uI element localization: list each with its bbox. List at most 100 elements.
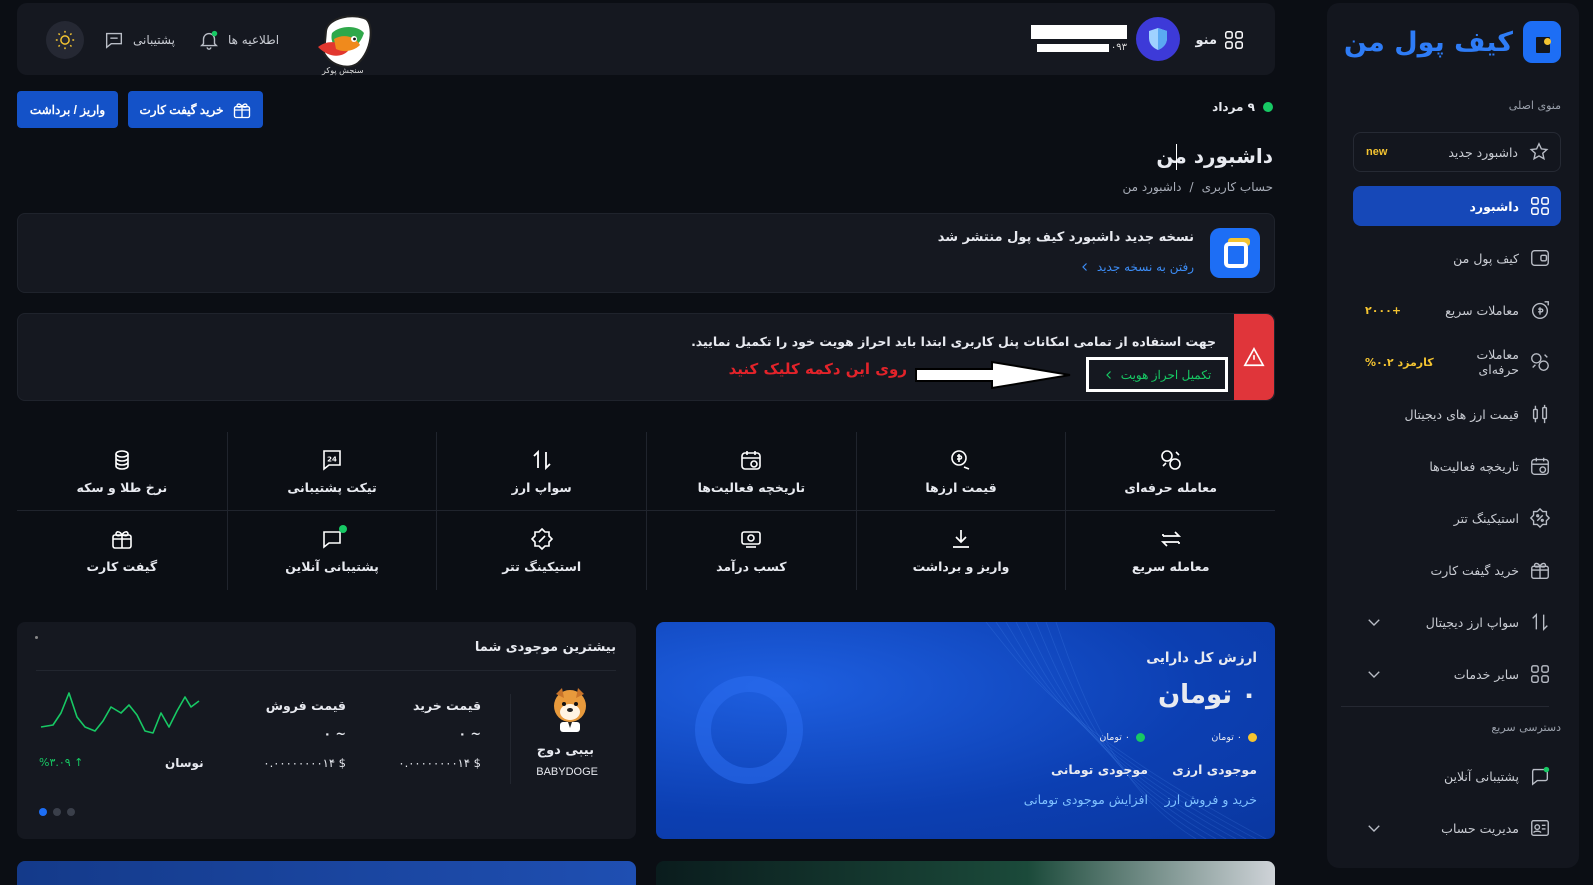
quick-action-gift-card[interactable]: گیفت کارت <box>17 511 227 590</box>
sell-price-approx: ~ ۰ <box>323 726 346 741</box>
new-version-title: نسخه جدید داشبورد کیف پول منتشر شد <box>937 230 1194 245</box>
quick-actions-grid: معامله حرفه‌ای قیمت ارزها تاریخچه فعالیت… <box>17 432 1275 590</box>
mascot-caption: سنجش پوکر <box>322 66 364 75</box>
sidebar-item-fast-trades[interactable]: معاملات سریع +۲۰۰۰ <box>1353 290 1561 330</box>
quick-action-swap[interactable]: سواپ ارز <box>436 432 646 511</box>
current-date: ۹ مرداد <box>1212 100 1255 114</box>
quick-action-label: تاریخچه فعالیت‌ها <box>697 479 806 495</box>
quick-action-label: پشتیبانی آنلاین <box>285 559 379 574</box>
quick-action-label: سواپ ارز <box>511 479 572 495</box>
complete-kyc-button[interactable]: تکمیل احراز هویت <box>1086 357 1228 392</box>
date-indicator: ۹ مرداد <box>1212 100 1273 114</box>
divider <box>1341 706 1549 707</box>
quick-action-gold-rates[interactable]: نرخ طلا و سکه <box>17 432 227 511</box>
sidebar-item-my-wallet[interactable]: کیف پول من <box>1353 238 1561 278</box>
notifications-link[interactable]: اطلاعیه ها <box>198 29 279 51</box>
new-version-link-label: رفتن به نسخه جدید <box>1096 260 1194 274</box>
quick-action-tether-staking[interactable]: استیکینگ تتر <box>436 511 646 590</box>
shield-avatar-icon <box>1149 28 1167 50</box>
theme-toggle-button[interactable] <box>46 21 84 59</box>
quick-action-earn[interactable]: کسب درآمد <box>646 511 856 590</box>
bonus-badge: +۲۰۰۰ <box>1365 303 1402 317</box>
quick-action-activity-history[interactable]: تاریخچه فعالیت‌ها <box>646 432 856 511</box>
promo-banner-left[interactable] <box>17 861 636 885</box>
go-to-new-version-link[interactable]: رفتن به نسخه جدید <box>1079 260 1194 274</box>
quick-action-deposit-withdraw[interactable]: واریز و برداشت <box>855 511 1066 590</box>
brand-logo-icon <box>1523 21 1561 63</box>
chevron-left-icon <box>1082 263 1087 271</box>
complete-kyc-label: تکمیل احراز هویت <box>1120 367 1212 382</box>
quick-action-label: گیفت کارت <box>86 559 158 574</box>
sidebar-item-crypto-swap[interactable]: سواپ ارز دیجیتال <box>1353 602 1561 642</box>
svg-text:24: 24 <box>327 455 337 463</box>
sidebar-item-buy-gift-card[interactable]: خرید گیفت کارت <box>1353 550 1561 590</box>
toman-balance-mini: ۰ تومان <box>1099 732 1145 743</box>
sidebar-item-label: سواپ ارز دیجیتال <box>1425 614 1519 630</box>
quick-action-online-support[interactable]: پشتیبانی آنلاین <box>226 511 437 590</box>
sidebar-item-account-management[interactable]: مدیریت حساب <box>1353 808 1561 848</box>
sidebar-item-online-support[interactable]: پشتیبانی آنلاین <box>1353 756 1561 796</box>
new-badge: new <box>1366 146 1388 158</box>
buy-price-usd: $ ۰.۰۰۰۰۰۰۰۰۱۴ <box>398 756 481 770</box>
sidebar-item-label: خرید گیفت کارت <box>1430 562 1520 578</box>
chevron-down-icon[interactable] <box>1365 613 1383 631</box>
quick-action-support-ticket[interactable]: 24 تیکت پشتیبانی <box>226 432 437 511</box>
user-info[interactable]: ۰۹۳ <box>1029 25 1127 53</box>
brand[interactable]: کیف پول من <box>1344 21 1561 63</box>
new-version-banner: نسخه جدید داشبورد کیف پول منتشر شد رفتن … <box>17 213 1275 293</box>
sidebar-item-label: قیمت ارز های دیجیتال <box>1404 406 1519 422</box>
sidebar-item-tether-staking[interactable]: استیکینگ تتر <box>1353 498 1561 538</box>
fast-exchange-icon <box>1531 301 1549 319</box>
deposit-withdraw-button[interactable]: واریز / برداشت <box>17 91 118 128</box>
gold-coins-icon <box>115 449 129 470</box>
gift-icon <box>1531 562 1549 579</box>
sidebar-item-crypto-prices[interactable]: قیمت ارز های دیجیتال <box>1353 394 1561 434</box>
divider <box>510 694 511 784</box>
crypto-balance-label: موجودی ارزی <box>1172 762 1257 777</box>
sidebar-item-activity-history[interactable]: تاریخچه فعالیت‌ها <box>1353 446 1561 486</box>
carousel-dot-active[interactable] <box>39 808 47 816</box>
pro-trade-icon <box>1531 353 1549 371</box>
quick-action-label: استیکینگ تتر <box>502 559 582 574</box>
history-calendar-icon <box>1531 457 1549 475</box>
babydoge-coin-icon <box>554 688 586 732</box>
promo-banner-right[interactable] <box>656 861 1275 885</box>
volatility-label: نوسان <box>165 756 204 770</box>
download-icon <box>953 530 970 548</box>
increase-toman-link[interactable]: افزایش موجودی تومانی <box>1024 792 1148 807</box>
sidebar-item-other-services[interactable]: سایر خدمات <box>1353 654 1561 694</box>
sidebar-item-new-dashboard[interactable]: داشبورد جدید new <box>1353 132 1561 172</box>
breadcrumb-item-account[interactable]: حساب کاربری <box>1202 180 1273 194</box>
sidebar-item-pro-trades[interactable]: معاملات حرفه‌ای کارمزد ۰.۲% <box>1353 342 1561 382</box>
buy-sell-crypto-link[interactable]: خرید و فروش ارز <box>1165 792 1257 807</box>
quick-action-label: واریز و برداشت <box>912 559 1010 574</box>
sidebar-item-dashboard[interactable]: داشبورد <box>1353 186 1561 226</box>
carousel-dots[interactable] <box>39 808 75 816</box>
support-label: پشتیبانی <box>133 33 175 47</box>
toman-balance-value: ۰ تومان <box>1099 732 1130 743</box>
carousel-dot[interactable] <box>67 808 75 816</box>
grid-icon <box>1225 31 1243 49</box>
avatar[interactable] <box>1136 17 1180 61</box>
quick-action-label: معامله سریع <box>1131 559 1210 574</box>
brand-name: کیف پول من <box>1343 26 1514 58</box>
toman-balance-label: موجودی تومانی <box>1051 762 1148 777</box>
sidebar-item-label: تاریخچه فعالیت‌ها <box>1429 458 1519 474</box>
bell-icon <box>200 30 218 50</box>
buy-gift-card-button[interactable]: خرید گیفت کارت <box>128 91 263 128</box>
total-assets-card: ارزش کل دارایی ۰ تومان ۰ تومان ۰ تومان م… <box>656 622 1275 839</box>
chevron-down-icon[interactable] <box>1365 819 1383 837</box>
crypto-dot <box>1248 733 1257 742</box>
quick-action-coin-prices[interactable]: قیمت ارزها <box>855 432 1066 511</box>
top-header: منو ۰۹۳ سنجش پوکر اطلاعیه ها پشتیبانی <box>17 3 1275 75</box>
quick-action-fast-trade[interactable]: معامله سریع <box>1065 511 1275 590</box>
carousel-dot[interactable] <box>53 808 61 816</box>
quick-action-pro-trade[interactable]: معامله حرفه‌ای <box>1065 432 1275 511</box>
chevron-down-icon[interactable] <box>1365 665 1383 683</box>
sidebar-item-label: معاملات سریع <box>1445 302 1519 318</box>
support-link[interactable]: پشتیبانی <box>103 29 175 51</box>
gift-icon <box>112 531 132 549</box>
warning-triangle-icon <box>1243 347 1265 367</box>
deposit-withdraw-label: واریز / برداشت <box>29 102 106 117</box>
menu-button[interactable]: منو <box>1195 29 1245 51</box>
